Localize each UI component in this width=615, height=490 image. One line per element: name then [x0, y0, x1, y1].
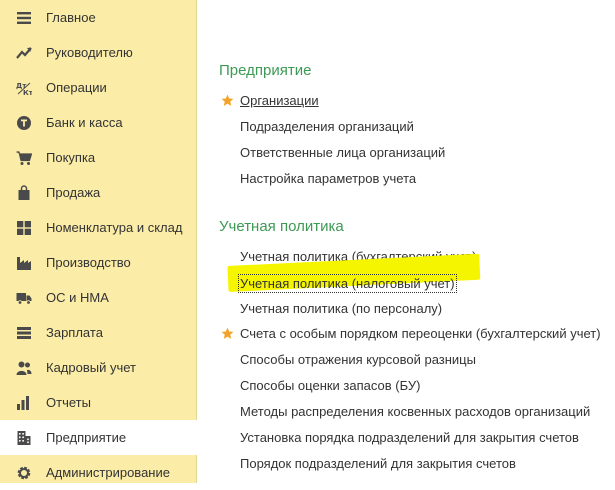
- sidebar-item-bank[interactable]: Банк и касса: [0, 105, 197, 140]
- bar-chart-icon: [15, 394, 33, 412]
- section-title-accounting-policy: Учетная политика: [219, 218, 344, 235]
- link-accounting-settings[interactable]: Настройка параметров учета: [240, 170, 416, 187]
- link-policy-tax[interactable]: Учетная политика (налоговый учет): [238, 274, 457, 293]
- building-icon: [15, 429, 33, 447]
- sidebar-item-hr[interactable]: Кадровый учет: [0, 350, 197, 385]
- section-title-enterprise: Предприятие: [219, 62, 312, 79]
- sidebar-item-administration[interactable]: Администрирование: [0, 455, 197, 490]
- sidebar-item-enterprise[interactable]: Предприятие: [0, 420, 198, 455]
- sidebar-item-label: Руководителю: [46, 45, 133, 60]
- sidebar-item-purchase[interactable]: Покупка: [0, 140, 197, 175]
- sidebar-item-warehouse[interactable]: Номенклатура и склад: [0, 210, 197, 245]
- sidebar-nav: Главное Руководителю Дт Кт Операции Банк …: [0, 0, 198, 483]
- main-content: Предприятие Организации Подразделения ор…: [198, 0, 615, 483]
- link-organizations[interactable]: Организации: [240, 92, 319, 109]
- sidebar-item-production[interactable]: Производство: [0, 245, 197, 280]
- sidebar-item-label: ОС и НМА: [46, 290, 109, 305]
- shopping-bag-icon: [15, 184, 33, 202]
- sidebar-item-label: Банк и касса: [46, 115, 123, 130]
- link-inventory-valuation[interactable]: Способы оценки запасов (БУ): [240, 377, 420, 394]
- sidebar-item-label: Покупка: [46, 150, 96, 165]
- link-revaluation-accounts[interactable]: Счета с особым порядком переоценки (бухг…: [240, 325, 601, 342]
- sidebar-item-label: Операции: [46, 80, 107, 95]
- coin-icon: [15, 114, 33, 132]
- wallet-icon: [15, 324, 33, 342]
- gear-icon: [15, 464, 33, 482]
- star-icon[interactable]: [221, 94, 234, 107]
- sidebar-item-fixed-assets[interactable]: ОС и НМА: [0, 280, 197, 315]
- sidebar-item-sales[interactable]: Продажа: [0, 175, 197, 210]
- star-icon[interactable]: [221, 327, 234, 340]
- cart-icon: [15, 149, 33, 167]
- sidebar-item-label: Зарплата: [46, 325, 103, 340]
- link-exchange-differences[interactable]: Способы отражения курсовой разницы: [240, 351, 476, 368]
- sidebar-item-label: Кадровый учет: [46, 360, 136, 375]
- truck-icon: [15, 289, 33, 307]
- sidebar-item-label: Предприятие: [46, 430, 127, 445]
- sidebar-item-label: Администрирование: [46, 465, 170, 480]
- link-set-department-order[interactable]: Установка порядка подразделений для закр…: [240, 429, 579, 446]
- factory-icon: [15, 254, 33, 272]
- sidebar-item-label: Номенклатура и склад: [46, 220, 183, 235]
- sidebar-item-label: Продажа: [46, 185, 101, 200]
- menu-icon: [15, 9, 33, 27]
- svg-text:Кт: Кт: [23, 89, 32, 96]
- sidebar-item-reports[interactable]: Отчеты: [0, 385, 197, 420]
- trend-chart-icon: [15, 44, 33, 62]
- grid-icon: [15, 219, 33, 237]
- sidebar-item-manager[interactable]: Руководителю: [0, 35, 197, 70]
- sidebar-item-salary[interactable]: Зарплата: [0, 315, 197, 350]
- sidebar-item-operations[interactable]: Дт Кт Операции: [0, 70, 197, 105]
- link-policy-personnel[interactable]: Учетная политика (по персоналу): [240, 300, 442, 317]
- debit-credit-icon: Дт Кт: [15, 79, 33, 97]
- sidebar-item-label: Главное: [46, 10, 96, 25]
- link-department-order[interactable]: Порядок подразделений для закрытия счето…: [240, 455, 516, 472]
- people-icon: [15, 359, 33, 377]
- link-indirect-cost-methods[interactable]: Методы распределения косвенных расходов …: [240, 403, 590, 420]
- sidebar-item-main[interactable]: Главное: [0, 0, 197, 35]
- link-departments[interactable]: Подразделения организаций: [240, 118, 414, 135]
- sidebar-item-label: Производство: [46, 255, 131, 270]
- sidebar-item-label: Отчеты: [46, 395, 91, 410]
- link-responsible-persons[interactable]: Ответственные лица организаций: [240, 144, 445, 161]
